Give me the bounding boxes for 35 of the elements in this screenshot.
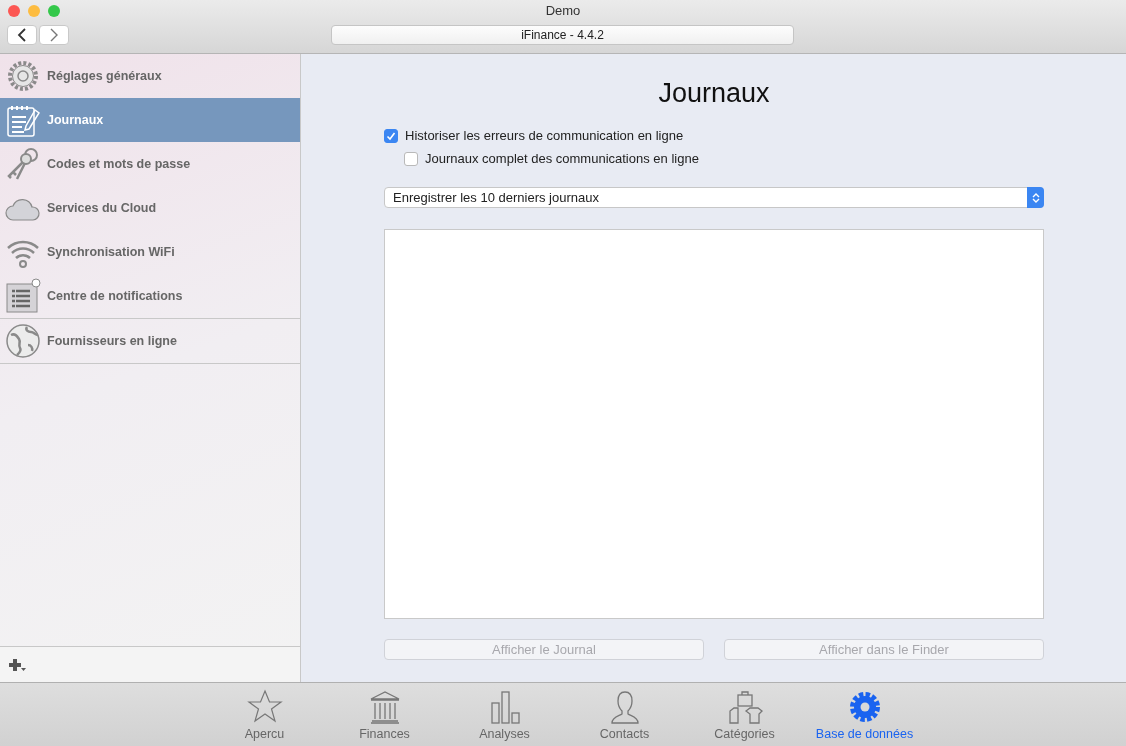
globe-icon xyxy=(5,323,41,359)
checkbox[interactable] xyxy=(404,151,418,166)
window-title: Demo xyxy=(545,2,581,21)
zoom-button[interactable] xyxy=(48,5,60,17)
stepper-arrows-icon xyxy=(1031,191,1040,204)
keys-icon xyxy=(5,146,41,182)
sidebar-item[interactable]: Réglages généraux xyxy=(0,54,300,98)
add-menu-icon[interactable] xyxy=(8,657,26,672)
tab[interactable]: Catégories xyxy=(684,683,805,746)
back-button[interactable] xyxy=(7,25,37,45)
page-title: Journaux xyxy=(657,77,771,110)
suitcase-and-shirts-icon xyxy=(726,689,763,725)
tab[interactable]: Contacts xyxy=(564,683,685,746)
chevron-right-icon xyxy=(49,28,59,42)
checkbox[interactable] xyxy=(384,128,398,143)
sidebar-item[interactable]: Fournisseurs en ligne xyxy=(0,319,300,363)
sidebar-item[interactable]: Services du Cloud xyxy=(0,186,300,230)
minimize-button[interactable] xyxy=(28,5,40,17)
notification-list-icon xyxy=(5,278,41,314)
tab[interactable]: Apercu xyxy=(204,683,325,746)
checkbox-label: Journaux complet des communications en ligne xyxy=(425,149,699,168)
tab[interactable]: Base de données xyxy=(804,683,925,746)
tab[interactable]: Analyses xyxy=(444,683,565,746)
chevron-left-icon xyxy=(17,28,27,42)
sidebar-item[interactable]: Journaux xyxy=(0,98,300,142)
close-button[interactable] xyxy=(8,5,20,17)
gear-icon xyxy=(5,58,41,94)
tab[interactable]: Finances xyxy=(324,683,445,746)
sidebar-item[interactable]: Codes et mots de passe xyxy=(0,142,300,186)
dropdown[interactable]: Enregistrer les 10 derniers journaux xyxy=(384,187,1044,208)
sidebar-item[interactable]: Synchronisation WiFi xyxy=(0,230,300,274)
path-field: iFinance - 4.4.2 xyxy=(331,25,794,45)
checkbox-label: Historiser les erreurs de communication en ligne xyxy=(405,126,684,145)
sidebar-item[interactable]: Centre de notifications xyxy=(0,274,300,318)
star-icon xyxy=(246,689,283,725)
